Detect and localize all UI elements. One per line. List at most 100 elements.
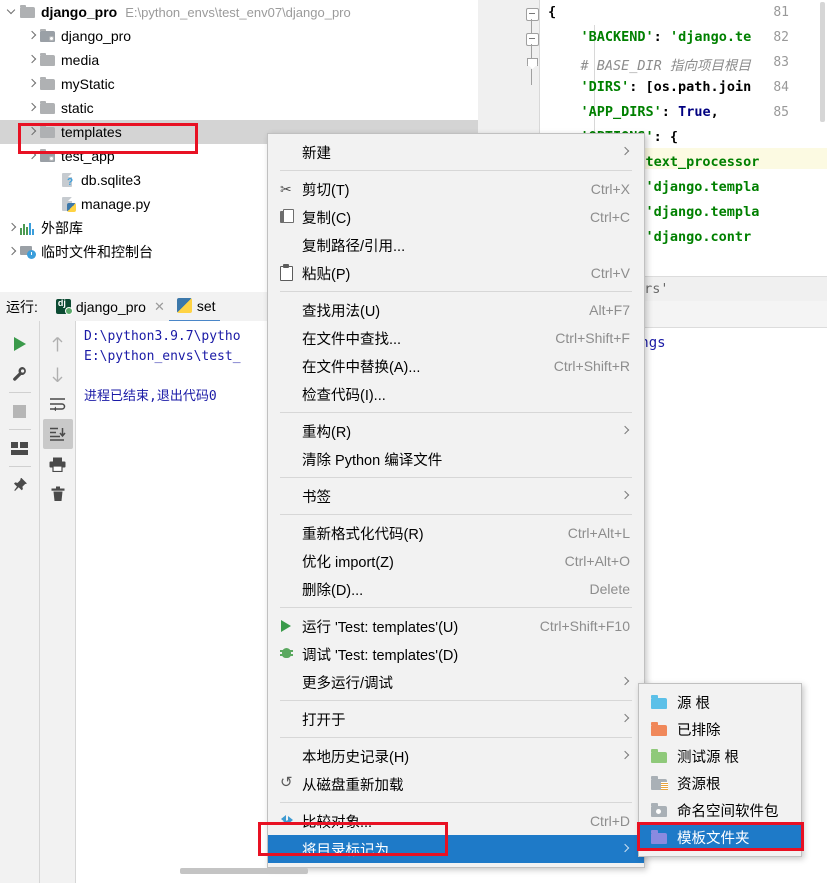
context-menu-item[interactable]: 比较对象... Ctrl+D	[268, 807, 644, 835]
context-menu-item[interactable]: 打开于	[268, 705, 644, 733]
down-arrow-icon[interactable]	[43, 359, 73, 389]
menu-icon-placeholder	[278, 553, 300, 569]
menu-separator	[280, 802, 632, 803]
menu-icon-placeholder	[278, 525, 300, 541]
folder-icon	[40, 76, 56, 91]
chevron-right-icon	[622, 845, 630, 853]
context-menu[interactable]: 新建 ✂ 剪切(T) Ctrl+X 复制(C) Ctrl+C 复制路径/引用... 粘贴(P)…	[267, 133, 645, 868]
context-menu-item[interactable]: 重构(R)	[268, 417, 644, 445]
context-menu-item[interactable]: 粘贴(P) Ctrl+V	[268, 259, 644, 287]
chevron-right-icon	[622, 148, 630, 156]
context-menu-item[interactable]: 更多运行/调试	[268, 668, 644, 696]
scroll-to-end-icon[interactable]	[42, 419, 73, 449]
menu-shortcut: Ctrl+Alt+L	[567, 525, 630, 541]
context-menu-item[interactable]: 复制路径/引用...	[268, 231, 644, 259]
tree-row[interactable]: django_pro	[0, 24, 478, 48]
menu-separator	[280, 412, 632, 413]
chevron-right-icon[interactable]	[26, 126, 38, 138]
database-file-icon: ?	[60, 172, 76, 188]
context-menu-item[interactable]: 重新格式化代码(R) Ctrl+Alt+L	[268, 519, 644, 547]
stop-icon[interactable]	[5, 396, 35, 426]
chevron-right-icon[interactable]	[26, 54, 38, 66]
context-menu-item[interactable]: 删除(D)... Delete	[268, 575, 644, 603]
menu-icon-placeholder	[278, 581, 300, 597]
run-tab-label: django_pro	[75, 298, 146, 315]
reload-icon: ↺	[280, 774, 293, 791]
chevron-right-icon[interactable]	[6, 246, 18, 258]
toolbar-divider	[8, 429, 31, 430]
submenu-item-label: 模板文件夹	[677, 831, 750, 847]
context-menu-item[interactable]: 新建	[268, 138, 644, 166]
chevron-down-icon[interactable]	[6, 6, 18, 18]
print-icon[interactable]	[43, 449, 73, 479]
menu-icon-placeholder	[278, 451, 300, 467]
tree-row[interactable]: static	[0, 96, 478, 120]
context-menu-item[interactable]: 本地历史记录(H)	[268, 742, 644, 770]
soft-wrap-icon[interactable]	[43, 389, 73, 419]
context-menu-item[interactable]: 将目录标记为	[268, 835, 644, 863]
run-toolbar-secondary[interactable]	[40, 321, 76, 883]
chevron-right-icon[interactable]	[26, 150, 38, 162]
submenu-item[interactable]: 命名空间软件包	[639, 797, 801, 824]
up-arrow-icon[interactable]	[43, 329, 73, 359]
run-tab[interactable]: django_pro ✕	[48, 292, 169, 321]
tree-row[interactable]: django_pro E:\python_envs\test_env07\djan…	[0, 0, 478, 24]
context-menu-item[interactable]: 优化 import(Z) Ctrl+Alt+O	[268, 547, 644, 575]
context-menu-item-label: 粘贴(P)	[302, 266, 351, 283]
context-menu-item[interactable]: 查找用法(U) Alt+F7	[268, 296, 644, 324]
chevron-right-icon[interactable]	[26, 102, 38, 114]
tree-row-label: test_app	[61, 148, 115, 164]
submenu-item[interactable]: 模板文件夹	[639, 824, 801, 851]
context-menu-item[interactable]: 运行 'Test: templates'(U) Ctrl+Shift+F10	[268, 612, 644, 640]
code-fold-marker[interactable]	[526, 8, 539, 35]
context-menu-item[interactable]: 清除 Python 编译文件	[268, 445, 644, 473]
context-menu-item[interactable]: 调试 'Test: templates'(D)	[268, 640, 644, 668]
menu-shortcut: Ctrl+Shift+F	[555, 330, 630, 346]
context-menu-item-label: 清除 Python 编译文件	[302, 452, 443, 469]
external-libraries-icon	[20, 221, 36, 235]
context-menu-item[interactable]: ✂ 剪切(T) Ctrl+X	[268, 175, 644, 203]
submenu-item[interactable]: 测试源 根	[639, 743, 801, 770]
submenu-item[interactable]: 资源根	[639, 770, 801, 797]
code-fold-marker[interactable]	[526, 58, 538, 85]
context-menu-item[interactable]: 在文件中查找... Ctrl+Shift+F	[268, 324, 644, 352]
context-menu-item[interactable]: 书签	[268, 482, 644, 510]
line-number: 83	[773, 55, 789, 70]
context-menu-item[interactable]: 检查代码(I)...	[268, 380, 644, 408]
folder-test-source-root-icon	[651, 749, 668, 764]
mark-directory-as-submenu[interactable]: 源 根已排除 测试源 根资源根 命名空间软件包模板文件夹	[638, 683, 802, 857]
submenu-item[interactable]: 源 根	[639, 689, 801, 716]
chevron-right-icon[interactable]	[6, 222, 18, 234]
python-icon	[176, 298, 192, 313]
wrench-icon[interactable]	[5, 359, 35, 389]
tree-row[interactable]: myStatic	[0, 72, 478, 96]
run-toolbar-primary[interactable]	[0, 321, 40, 883]
menu-separator	[280, 291, 632, 292]
chevron-right-icon[interactable]	[26, 78, 38, 90]
run-icon[interactable]	[5, 329, 35, 359]
pin-icon[interactable]	[5, 470, 35, 500]
context-menu-item[interactable]: ↺ 从磁盘重新加载	[268, 770, 644, 798]
project-path-text: E:\python_envs\test_env07\django_pro	[125, 4, 351, 20]
code-token: ,	[710, 104, 719, 120]
code-token: : [os.path.join	[629, 79, 752, 95]
context-menu-item[interactable]: 复制(C) Ctrl+C	[268, 203, 644, 231]
code-fold-marker[interactable]	[526, 33, 539, 60]
context-menu-item-label: 打开于	[302, 712, 346, 729]
context-menu-item-label: 重新格式化代码(R)	[302, 526, 424, 543]
tree-row[interactable]: media	[0, 48, 478, 72]
menu-icon-placeholder	[278, 841, 300, 857]
close-icon[interactable]: ✕	[154, 299, 165, 315]
horizontal-scrollbar[interactable]	[180, 868, 308, 874]
editor-vertical-scrollbar[interactable]	[820, 2, 825, 122]
layout-icon[interactable]	[5, 433, 35, 463]
run-tab[interactable]: set	[168, 291, 220, 322]
run-tab-label: set	[196, 297, 216, 314]
trash-icon[interactable]	[43, 479, 73, 509]
context-menu-item[interactable]: 在文件中替换(A)... Ctrl+Shift+R	[268, 352, 644, 380]
folder-module-icon	[40, 28, 56, 43]
run-panel-label: 运行:	[6, 298, 38, 315]
menu-shortcut: Alt+F7	[589, 302, 630, 318]
submenu-item[interactable]: 已排除	[639, 716, 801, 743]
chevron-right-icon[interactable]	[26, 30, 38, 42]
